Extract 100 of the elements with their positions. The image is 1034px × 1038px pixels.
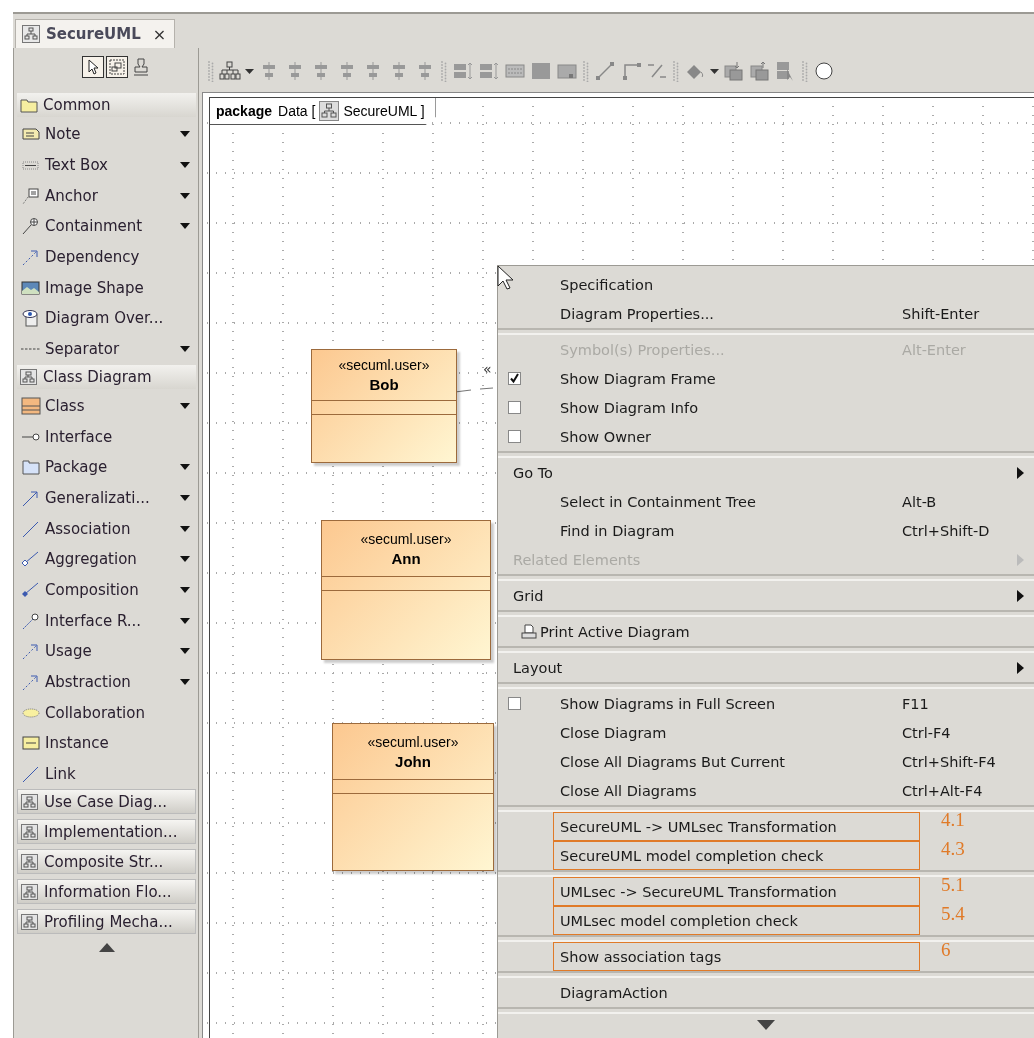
dropdown-arrow-icon[interactable] — [180, 402, 190, 409]
palette-item[interactable]: Class — [17, 390, 196, 422]
palette-item[interactable]: Image Shape — [17, 272, 196, 304]
palette-section-header[interactable]: Profiling Mecha... — [17, 909, 196, 935]
dropdown-arrow-icon[interactable] — [180, 525, 190, 532]
grip-handle[interactable] — [672, 60, 680, 82]
menu-item[interactable]: Show Diagrams in Full Screen F11 — [498, 689, 1034, 718]
scroll-down-arrow-icon[interactable] — [757, 1020, 775, 1030]
path-icon[interactable] — [620, 60, 642, 82]
rectangle-icon[interactable] — [530, 60, 552, 82]
dropdown-arrow-icon[interactable] — [180, 192, 190, 199]
palette-item[interactable]: Interface R... — [17, 605, 196, 636]
grip-handle[interactable] — [801, 60, 809, 82]
palette-item[interactable]: Association — [17, 513, 196, 544]
palette-section-header[interactable]: Composite Str... — [17, 849, 196, 875]
send-back-icon[interactable] — [749, 60, 771, 82]
palette-item[interactable]: Diagram Over... — [17, 303, 196, 334]
class-shape[interactable]: «secuml.user» Ann — [321, 520, 491, 660]
palette-item[interactable]: Instance — [17, 728, 196, 759]
menu-item[interactable]: SecureUML model completion check 4.3 — [498, 841, 1034, 870]
checkbox[interactable] — [508, 401, 521, 414]
menu-item[interactable]: Find in Diagram Ctrl+Shift-D — [498, 516, 1034, 545]
menu-item[interactable]: Close All Diagrams Ctrl+Alt-F4 — [498, 776, 1034, 805]
class-shape[interactable]: «secuml.user» Bob — [311, 349, 457, 463]
grip-handle[interactable] — [207, 60, 215, 82]
palette-item[interactable]: Package — [17, 451, 196, 483]
dropdown-arrow-icon[interactable] — [180, 162, 190, 169]
palette-item[interactable]: Interface — [17, 421, 196, 452]
palette-section-header[interactable]: Class Diagram — [17, 364, 196, 389]
instance-icon — [21, 734, 41, 753]
shortcut-text: Ctrl+Shift-D — [902, 522, 990, 539]
dropdown-arrow-icon[interactable] — [180, 464, 190, 471]
class-shape[interactable]: «secuml.user» John — [332, 723, 494, 871]
dropdown-arrow-icon[interactable] — [180, 556, 190, 563]
palette-item[interactable]: Link — [17, 758, 196, 790]
dropdown-arrow-icon[interactable] — [180, 679, 190, 686]
dropdown-arrow-icon[interactable] — [180, 617, 190, 624]
menu-item[interactable]: Layout — [498, 653, 1034, 682]
pointer-tool-icon[interactable] — [81, 56, 104, 78]
palette-item[interactable]: Separator — [17, 333, 196, 365]
palette-item[interactable]: Dependency — [17, 241, 196, 273]
menu-item[interactable]: UMLsec model completion check 5.4 — [498, 906, 1034, 935]
palette-item[interactable]: Abstraction — [17, 666, 196, 698]
grip-handle[interactable] — [582, 60, 590, 82]
checkbox[interactable] — [508, 697, 521, 710]
checkbox[interactable] — [508, 430, 521, 443]
line-icon[interactable] — [594, 60, 616, 82]
menu-item[interactable]: UMLsec -> SecureUML Transformation 5.1 — [498, 877, 1034, 906]
grip-handle[interactable] — [440, 60, 448, 82]
palette-item[interactable]: Composition — [17, 574, 196, 606]
palette-item[interactable]: Aggregation — [17, 543, 196, 575]
frame-keyword: package — [216, 103, 273, 119]
dropdown-arrow-icon[interactable] — [180, 131, 190, 138]
palette-item[interactable]: Generalizati... — [17, 482, 196, 514]
dropdown-arrow-icon[interactable] — [180, 648, 190, 655]
dropdown-arrow-icon[interactable] — [180, 223, 190, 230]
dropdown-arrow-icon[interactable] — [180, 346, 190, 353]
palette-section-header[interactable]: Information Flo... — [17, 879, 196, 905]
palette-section-header[interactable]: Use Case Diag... — [17, 789, 196, 815]
arrow-icon — [21, 488, 41, 507]
shortcut-text: Ctrl+Shift-F4 — [902, 753, 996, 770]
diagram-icon — [319, 101, 340, 121]
hierarchy-icon[interactable] — [219, 60, 241, 82]
circle-icon[interactable] — [813, 60, 835, 82]
menu-item[interactable]: SecureUML -> UMLsec Transformation 4.1 — [498, 812, 1034, 841]
marquee-tool-icon[interactable] — [105, 56, 128, 78]
class-name: Ann — [391, 549, 421, 567]
menu-item[interactable]: Show Diagram Frame — [498, 364, 1034, 393]
checkbox[interactable] — [508, 372, 521, 385]
dropdown-arrow-icon[interactable] — [180, 586, 190, 593]
palette-item[interactable]: Collaboration — [17, 697, 196, 729]
line-icon — [21, 519, 41, 538]
menu-item[interactable]: Close Diagram Ctrl-F4 — [498, 718, 1034, 747]
menu-item[interactable]: Show association tags 6 — [498, 942, 1034, 971]
folder-icon — [20, 97, 38, 113]
menu-item[interactable]: Close All Diagrams But Current Ctrl+Shift-F4 — [498, 747, 1034, 776]
menu-item[interactable]: Select in Containment Tree Alt-B — [498, 487, 1034, 516]
menu-item[interactable]: Grid — [498, 581, 1034, 610]
menu-item[interactable]: Print Active Diagram — [498, 617, 1034, 646]
close-button[interactable]: × — [152, 24, 167, 44]
menu-item[interactable]: Show Owner — [498, 422, 1034, 451]
palette-item[interactable]: Containment — [17, 211, 196, 242]
spacing-icon[interactable] — [478, 60, 500, 82]
palette-item[interactable]: Text Box — [17, 149, 196, 181]
shortcut-text: Ctrl-F4 — [902, 724, 951, 741]
scroll-up-arrow-icon[interactable] — [98, 943, 115, 953]
menu-item[interactable]: Show Diagram Info — [498, 393, 1034, 422]
dropdown-arrow-icon[interactable] — [180, 494, 190, 501]
palette-item[interactable]: Note — [17, 119, 196, 150]
palette-section-header[interactable]: Implementation... — [17, 819, 196, 845]
menu-item[interactable]: DiagramAction — [498, 978, 1034, 1007]
palette-item[interactable]: Anchor — [17, 180, 196, 212]
spacing-icon[interactable] — [452, 60, 474, 82]
image-icon — [21, 278, 41, 297]
palette-item[interactable]: Usage — [17, 636, 196, 667]
class-stereotype: «secuml.user» — [338, 357, 430, 373]
menu-item[interactable]: Diagram Properties... Shift-Enter — [498, 299, 1034, 328]
editor-tab[interactable]: SecureUML × — [15, 19, 176, 48]
palette-section-header[interactable]: Common — [17, 93, 196, 117]
menu-item[interactable]: Go To — [498, 458, 1034, 487]
